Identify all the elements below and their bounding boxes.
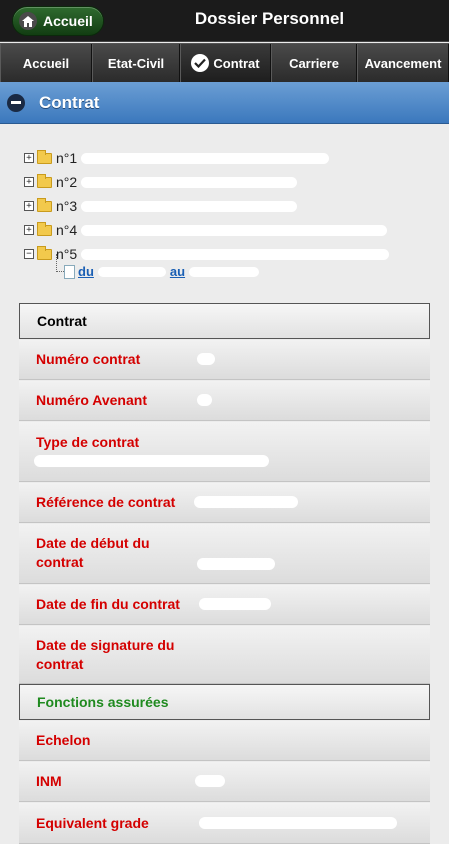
- redacted-text: [81, 176, 298, 188]
- field-value: [197, 558, 275, 570]
- app-header: Accueil Dossier Personnel: [0, 0, 449, 42]
- field-label: Référence de contrat: [36, 494, 176, 510]
- field-value: [194, 496, 298, 508]
- expand-icon[interactable]: +: [24, 225, 34, 235]
- folder-icon: [37, 221, 52, 236]
- tab-label: Accueil: [22, 55, 70, 71]
- redacted-date: [97, 266, 166, 277]
- tab-label: Etat-Civil: [107, 55, 165, 71]
- folder-icon: [37, 149, 52, 164]
- collapse-icon: [7, 93, 25, 112]
- checkmark-icon: [191, 54, 210, 72]
- field-label: Date de fin du contrat: [36, 596, 180, 612]
- expand-icon[interactable]: +: [24, 177, 34, 187]
- tree-node-label: n°1: [56, 150, 78, 166]
- field-label: INM: [36, 773, 62, 789]
- tree-node-label: n°2: [56, 174, 78, 190]
- field-label: Equivalent grade: [36, 815, 149, 831]
- tab-carriere[interactable]: Carriere: [271, 44, 357, 82]
- folder-open-icon: [37, 245, 52, 260]
- link-middle: au: [169, 264, 186, 279]
- field-numero-contrat: Numéro contrat: [19, 340, 430, 380]
- contract-period-link[interactable]: du au: [78, 264, 263, 279]
- page-title: Dossier Personnel: [194, 9, 345, 28]
- tree-node-label: n°4: [56, 222, 78, 238]
- link-prefix: du: [78, 264, 94, 279]
- field-value: [195, 775, 225, 787]
- field-value: [199, 598, 271, 610]
- home-button[interactable]: Accueil: [12, 6, 104, 36]
- redacted-text: [81, 224, 388, 236]
- field-label: Type de contrat: [36, 434, 140, 450]
- field-label: Numéro Avenant: [36, 392, 147, 408]
- field-value: [197, 394, 212, 406]
- field-type-contrat: Type de contrat: [19, 422, 430, 482]
- tree-connector: [56, 254, 64, 272]
- field-value: [199, 817, 397, 829]
- tree-node[interactable]: − n°5: [24, 242, 424, 266]
- home-button-label: Accueil: [43, 13, 93, 29]
- field-equivalent-grade: Equivalent grade: [19, 803, 430, 844]
- field-value: [197, 353, 215, 365]
- redacted-date: [189, 266, 260, 277]
- tab-bar: Accueil Etat-Civil Contrat Carriere Avan…: [0, 43, 449, 82]
- tab-avancement[interactable]: Avancement: [357, 44, 449, 82]
- folder-icon: [37, 197, 52, 212]
- expand-icon[interactable]: +: [24, 201, 34, 211]
- field-numero-avenant: Numéro Avenant: [19, 381, 430, 421]
- tab-contrat[interactable]: Contrat: [180, 44, 271, 82]
- field-label: Echelon: [36, 732, 91, 748]
- redacted-text: [81, 248, 390, 260]
- tree-node-label: n°3: [56, 198, 78, 214]
- expand-icon[interactable]: +: [24, 153, 34, 163]
- contract-tree: + n°1 + n°2 + n°3 + n°4 − n°5: [24, 146, 424, 266]
- field-label: Date de signature du contrat: [36, 637, 175, 672]
- field-date-debut: Date de début du contrat: [19, 524, 430, 584]
- collapse-node-icon[interactable]: −: [24, 249, 34, 259]
- field-reference-contrat: Référence de contrat: [19, 483, 430, 523]
- group-header-fonctions: Fonctions assurées: [19, 684, 430, 720]
- redacted-text: [81, 200, 298, 212]
- tab-etat-civil[interactable]: Etat-Civil: [92, 44, 180, 82]
- home-icon: [19, 12, 37, 30]
- field-date-signature: Date de signature du contrat: [19, 626, 430, 684]
- section-title: Contrat: [39, 92, 100, 112]
- redacted-text: [81, 152, 330, 164]
- field-label: Date de début du contrat: [36, 535, 150, 570]
- field-label: Numéro contrat: [36, 351, 141, 367]
- tree-node[interactable]: + n°4: [24, 218, 424, 242]
- tab-label: Contrat: [213, 55, 260, 71]
- tab-accueil[interactable]: Accueil: [0, 44, 92, 82]
- group-title: Fonctions assurées: [37, 694, 169, 710]
- tree-node[interactable]: + n°2: [24, 170, 424, 194]
- field-echelon: Echelon: [19, 721, 430, 761]
- tree-node[interactable]: + n°3: [24, 194, 424, 218]
- folder-icon: [37, 173, 52, 188]
- collapsible-header-contrat[interactable]: Contrat: [0, 82, 449, 124]
- field-date-fin: Date de fin du contrat: [19, 585, 430, 625]
- group-title: Contrat: [37, 313, 87, 329]
- tree-leaf: du au: [56, 254, 263, 279]
- tab-label: Avancement: [364, 55, 442, 71]
- tab-label: Carriere: [289, 55, 339, 71]
- field-value: [34, 455, 269, 467]
- tree-node[interactable]: + n°1: [24, 146, 424, 170]
- group-header-contrat: Contrat: [19, 303, 430, 339]
- field-inm: INM: [19, 762, 430, 802]
- document-icon: [64, 264, 75, 279]
